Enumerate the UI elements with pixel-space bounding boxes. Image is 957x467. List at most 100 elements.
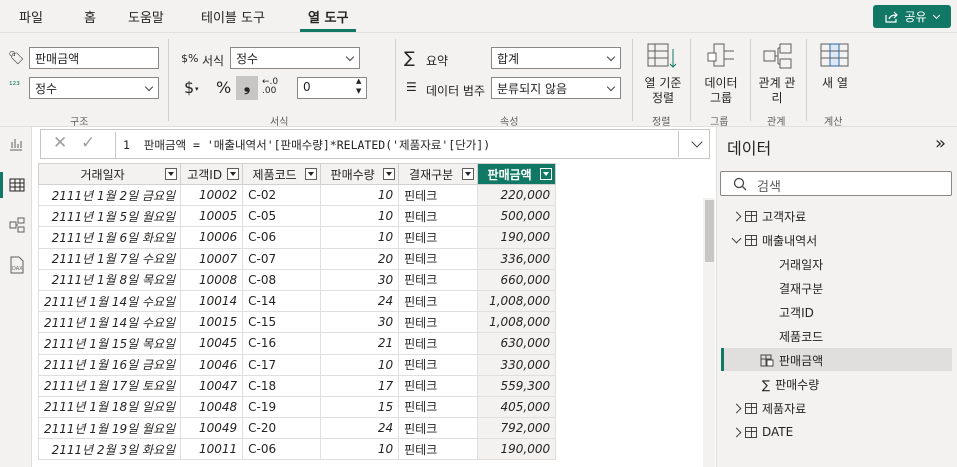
sort-by-column-button[interactable]: 열 기준 정렬 [640, 76, 686, 106]
table-cell[interactable]: 10045 [180, 332, 244, 355]
commit-formula-icon[interactable]: ✓ [81, 133, 95, 153]
dax-query-view-icon[interactable]: DAX [9, 256, 25, 274]
table-cell[interactable]: 2111년 1월 14일 수요일 [37, 311, 182, 334]
chevron-right-icon[interactable] [731, 211, 742, 222]
table-cell[interactable]: 핀테크 [398, 374, 479, 397]
table-cell[interactable]: 17 [320, 374, 400, 397]
table-cell[interactable]: 15 [320, 395, 400, 419]
filter-dropdown-icon[interactable] [227, 168, 240, 180]
table-cell[interactable]: 2111년 1월 8일 목요일 [37, 268, 182, 291]
chevron-down-icon[interactable] [731, 233, 742, 244]
tab-home[interactable]: 홈 [84, 7, 96, 26]
table-cell[interactable]: C-16 [242, 332, 322, 355]
table-cell[interactable]: 24 [320, 289, 400, 313]
table-node-products[interactable]: 제품자료 [731, 400, 806, 417]
table-cell[interactable]: 2111년 1월 15일 목요일 [37, 332, 182, 355]
chevron-down-icon[interactable]: ▾ [195, 85, 199, 93]
table-node-sales[interactable]: 매출내역서 [731, 232, 817, 249]
table-cell[interactable]: C-19 [242, 395, 322, 419]
table-cell[interactable]: C-20 [242, 417, 322, 440]
table-cell[interactable]: 2111년 1월 17일 토요일 [37, 374, 182, 397]
table-cell[interactable]: C-17 [242, 353, 322, 376]
table-cell[interactable]: 10002 [180, 183, 244, 207]
collapse-pane-icon[interactable]: » [935, 133, 946, 154]
share-button[interactable]: 공유 [873, 5, 951, 28]
table-cell[interactable]: 10047 [180, 374, 244, 397]
table-cell[interactable]: C-06 [242, 438, 322, 461]
percent-button[interactable]: % [216, 78, 231, 97]
table-cell[interactable]: 10 [320, 438, 400, 461]
table-cell[interactable]: 2111년 1월 6일 화요일 [37, 226, 182, 249]
table-cell[interactable]: 559,300 [477, 374, 557, 397]
column-name-input[interactable]: 판매금액 [29, 47, 159, 69]
filter-dropdown-icon[interactable] [165, 168, 178, 180]
column-header[interactable]: 판매수량 [320, 163, 400, 185]
table-cell[interactable]: 핀테크 [398, 353, 479, 376]
filter-dropdown-icon[interactable] [383, 168, 396, 180]
table-cell[interactable]: 10007 [180, 247, 244, 270]
table-cell[interactable]: 2111년 2월 3일 화요일 [37, 438, 182, 461]
table-cell[interactable]: 핀테크 [398, 205, 479, 228]
table-cell[interactable]: 10 [320, 353, 400, 376]
table-view-icon[interactable] [9, 178, 25, 192]
table-cell[interactable]: C-02 [242, 183, 322, 207]
table-cell[interactable]: 336,000 [477, 247, 557, 270]
table-cell[interactable]: 2111년 1월 14일 수요일 [37, 289, 182, 313]
table-cell[interactable]: 500,000 [477, 205, 557, 228]
table-cell[interactable]: 660,000 [477, 268, 557, 291]
table-cell[interactable]: 10048 [180, 395, 244, 419]
table-cell[interactable]: 10049 [180, 417, 244, 440]
table-cell[interactable]: 10 [320, 183, 400, 207]
table-cell[interactable]: C-15 [242, 311, 322, 334]
table-cell[interactable]: 30 [320, 268, 400, 291]
table-cell[interactable]: 핀테크 [398, 311, 479, 334]
field-item[interactable]: 고객ID [779, 304, 814, 321]
field-item[interactable]: 제품코드 [779, 328, 823, 345]
table-cell[interactable]: 핀테크 [398, 226, 479, 249]
table-cell[interactable]: 330,000 [477, 353, 557, 376]
expand-formula-icon[interactable] [691, 136, 703, 148]
table-cell[interactable]: 792,000 [477, 417, 557, 440]
table-cell[interactable]: C-05 [242, 205, 322, 228]
table-cell[interactable]: C-18 [242, 374, 322, 397]
table-cell[interactable]: 핀테크 [398, 395, 479, 419]
table-cell[interactable]: 10 [320, 205, 400, 228]
filter-dropdown-icon[interactable] [305, 168, 318, 180]
search-input[interactable]: 검색 [720, 171, 952, 196]
table-cell[interactable]: 20 [320, 247, 400, 270]
manage-relationships-button[interactable]: 관계 관리 [757, 76, 797, 106]
filter-dropdown-icon[interactable] [462, 168, 475, 180]
table-cell[interactable]: 405,000 [477, 395, 557, 419]
table-cell[interactable]: C-06 [242, 226, 322, 249]
table-cell[interactable]: 핀테크 [398, 183, 479, 207]
table-cell[interactable]: 30 [320, 311, 400, 334]
table-cell[interactable]: 1,008,000 [477, 289, 557, 313]
table-cell[interactable]: 10046 [180, 353, 244, 376]
table-cell[interactable]: C-08 [242, 268, 322, 291]
table-cell[interactable]: 10006 [180, 226, 244, 249]
scrollbar-thumb[interactable] [705, 200, 714, 262]
table-cell[interactable]: 10011 [180, 438, 244, 461]
formula-bar[interactable]: ✕ ✓ 1 판매금액 = '매출내역서'[판매수량]*RELATED('제품자료… [40, 129, 710, 159]
table-cell[interactable]: 220,000 [477, 183, 557, 207]
table-cell[interactable]: 2111년 1월 2일 금요일 [37, 183, 182, 207]
model-view-icon[interactable] [9, 217, 25, 233]
table-cell[interactable]: 2111년 1월 16일 금요일 [37, 353, 182, 376]
currency-button[interactable]: $ [184, 78, 194, 97]
table-cell[interactable]: C-07 [242, 247, 322, 270]
table-cell[interactable]: 10 [320, 226, 400, 249]
table-cell[interactable]: 1,008,000 [477, 311, 557, 334]
new-column-button[interactable]: 새 열 [822, 76, 848, 91]
table-cell[interactable]: 10014 [180, 289, 244, 313]
table-cell[interactable]: C-14 [242, 289, 322, 313]
column-header[interactable]: 제품코드 [242, 163, 322, 185]
table-cell[interactable]: 24 [320, 417, 400, 440]
column-header[interactable]: 고객ID [180, 163, 244, 185]
table-cell[interactable]: 핀테크 [398, 289, 479, 313]
format-select[interactable]: 정수 [230, 47, 360, 69]
tab-file[interactable]: 파일 [19, 7, 43, 26]
tab-table-tools[interactable]: 테이블 도구 [201, 7, 265, 26]
summary-select[interactable]: 합계 [491, 47, 621, 69]
report-view-icon[interactable] [9, 137, 23, 151]
table-node-date[interactable]: DATE [731, 425, 793, 439]
